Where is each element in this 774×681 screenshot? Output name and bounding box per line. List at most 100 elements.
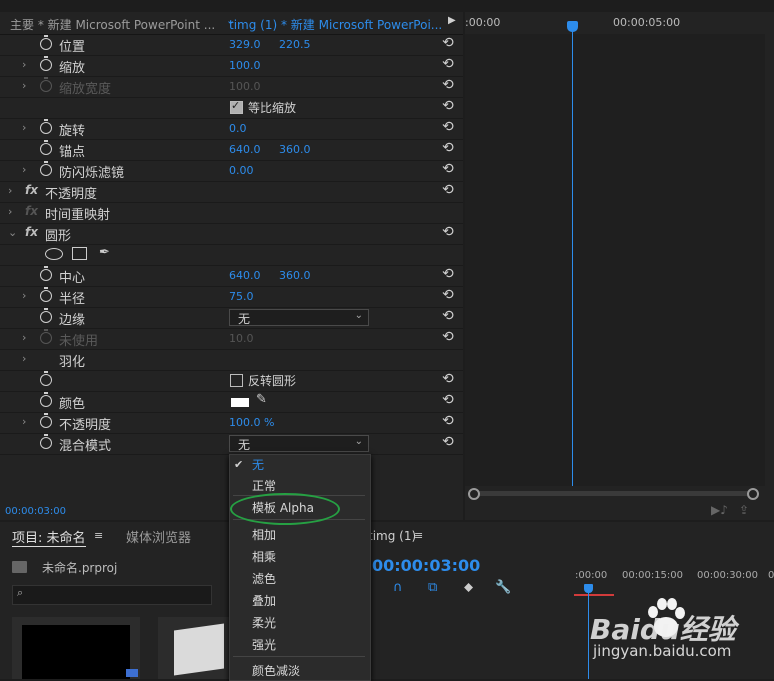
menu-item-hard-light[interactable]: 强光 <box>252 636 276 653</box>
twirl-icon[interactable]: › <box>22 163 26 176</box>
reset-icon[interactable]: ⟲ <box>442 413 454 429</box>
eyedropper-icon[interactable]: ✎ <box>256 392 267 407</box>
reset-icon[interactable]: ⟲ <box>442 98 454 114</box>
stopwatch-icon[interactable] <box>40 119 52 134</box>
invert-circle-checkbox[interactable] <box>230 374 243 387</box>
search-input[interactable] <box>12 585 212 605</box>
panel-menu-icon[interactable]: ≡ <box>414 529 423 542</box>
tab-project[interactable]: 项目: 未命名 <box>12 527 86 547</box>
reset-icon[interactable]: ⟲ <box>442 35 454 51</box>
position-x-value[interactable]: 329.0 <box>229 38 261 51</box>
snap-icon[interactable]: ∩ <box>393 580 403 595</box>
stopwatch-icon <box>40 77 52 92</box>
blend-mode-select[interactable]: 无 ⌄ <box>229 435 369 452</box>
linked-selection-icon[interactable]: ⧉ <box>428 580 437 595</box>
stopwatch-icon[interactable] <box>40 413 52 428</box>
tab-media-browser[interactable]: 媒体浏览器 <box>126 527 191 546</box>
watermark-url: jingyan.baidu.com <box>593 642 732 660</box>
menu-item-multiply[interactable]: 相乘 <box>252 548 276 565</box>
uniform-scale-checkbox[interactable] <box>230 99 243 114</box>
stopwatch-icon[interactable] <box>40 35 52 50</box>
effect-controls-timecode[interactable]: 00:00:03:00 <box>5 506 66 517</box>
rectangle-mask-icon[interactable] <box>72 247 87 260</box>
reset-icon[interactable]: ⟲ <box>442 308 454 324</box>
center-x-value[interactable]: 640.0 <box>229 269 261 282</box>
reset-icon[interactable]: ⟲ <box>442 329 454 345</box>
menu-item-color-dodge[interactable]: 颜色减淡 <box>252 662 300 679</box>
reset-icon[interactable]: ⟲ <box>442 392 454 408</box>
ellipse-mask-icon[interactable] <box>45 248 63 260</box>
panel-menu-icon[interactable]: ≡ <box>94 529 103 542</box>
twirl-icon[interactable]: › <box>22 121 26 134</box>
marker-icon[interactable]: ⬥ <box>464 580 473 595</box>
twirl-icon: › <box>22 79 27 92</box>
clip-thumbnail[interactable] <box>158 617 230 679</box>
flicker-value[interactable]: 0.00 <box>229 164 254 177</box>
color-swatch[interactable] <box>231 398 249 407</box>
twirl-expanded-icon[interactable]: ⌄ <box>8 226 17 239</box>
scale-width-value: 100.0 <box>229 80 261 93</box>
rotation-value[interactable]: 0.0 <box>229 122 247 135</box>
stopwatch-icon[interactable] <box>40 140 52 155</box>
reset-icon[interactable]: ⟲ <box>442 119 454 135</box>
radius-value[interactable]: 75.0 <box>229 290 254 303</box>
reset-icon[interactable]: ⟲ <box>442 287 454 303</box>
menu-item-overlay[interactable]: 叠加 <box>252 592 276 609</box>
playhead-handle[interactable] <box>584 584 593 593</box>
reset-icon[interactable]: ⟲ <box>442 77 454 93</box>
twirl-icon[interactable]: › <box>22 352 26 365</box>
property-label: 半径 <box>59 292 86 307</box>
timeline-timecode[interactable]: 00:00:03:00 <box>372 556 480 575</box>
tab-sequence-clip[interactable]: timg (1) * 新建 Microsoft PowerPoi... <box>229 16 442 33</box>
reset-icon[interactable]: ⟲ <box>442 140 454 156</box>
scale-value[interactable]: 100.0 <box>229 59 261 72</box>
panel-scroll-right-icon[interactable]: ▶ <box>448 15 456 26</box>
menu-item-soft-light[interactable]: 柔光 <box>252 614 276 631</box>
reset-icon[interactable]: ⟲ <box>442 161 454 177</box>
fx-icon[interactable]: fx <box>25 183 38 197</box>
playhead-handle[interactable] <box>567 21 578 32</box>
stopwatch-icon[interactable] <box>40 161 52 176</box>
play-audio-icon[interactable]: ▶♪ <box>711 503 728 517</box>
stopwatch-icon[interactable] <box>40 392 52 407</box>
twirl-icon[interactable]: › <box>22 58 26 71</box>
reset-icon[interactable]: ⟲ <box>442 182 454 198</box>
stopwatch-icon[interactable] <box>40 308 52 323</box>
wrench-icon[interactable]: 🔧 <box>495 580 511 595</box>
stopwatch-icon[interactable] <box>40 434 52 449</box>
stopwatch-icon[interactable] <box>40 266 52 281</box>
twirl-icon[interactable]: › <box>22 415 26 428</box>
clip-thumbnail[interactable] <box>12 617 140 679</box>
export-frame-icon[interactable]: ⇪ <box>739 503 749 517</box>
pen-mask-icon[interactable]: ✒ <box>99 245 110 260</box>
menu-item-add[interactable]: 相加 <box>252 526 276 543</box>
edge-select[interactable]: 无 ⌄ <box>229 309 369 326</box>
reset-icon[interactable]: ⟲ <box>442 371 454 387</box>
reset-icon[interactable]: ⟲ <box>442 56 454 72</box>
anchor-y-value[interactable]: 360.0 <box>279 143 311 156</box>
twirl-icon[interactable]: › <box>8 184 12 197</box>
opacity-value[interactable]: 100.0 % <box>229 416 274 429</box>
reset-icon[interactable]: ⟲ <box>442 266 454 282</box>
property-label: 缩放宽度 <box>59 82 112 97</box>
property-row-position: 位置 329.0 220.5 ⟲ <box>0 34 463 56</box>
menu-item-none[interactable]: 无 <box>252 456 264 473</box>
anchor-x-value[interactable]: 640.0 <box>229 143 261 156</box>
menu-item-screen[interactable]: 滤色 <box>252 570 276 587</box>
fx-icon[interactable]: fx <box>25 225 38 239</box>
center-y-value[interactable]: 360.0 <box>279 269 311 282</box>
twirl-icon[interactable]: › <box>22 289 26 302</box>
stopwatch-icon[interactable] <box>40 371 52 386</box>
stopwatch-icon[interactable] <box>40 287 52 302</box>
ruler-label: 00 <box>768 570 774 581</box>
menu-item-normal[interactable]: 正常 <box>252 477 276 494</box>
tab-sequence[interactable]: timg (1) <box>368 529 416 543</box>
stopwatch-icon[interactable] <box>40 56 52 71</box>
tab-master-clip[interactable]: 主要 * 新建 Microsoft PowerPoint ... <box>10 16 215 33</box>
reset-icon[interactable]: ⟲ <box>442 434 454 450</box>
position-y-value[interactable]: 220.5 <box>279 38 311 51</box>
twirl-icon[interactable]: › <box>8 205 12 218</box>
reset-icon[interactable]: ⟲ <box>442 224 454 240</box>
effect-timeline-track-area[interactable] <box>465 34 765 486</box>
zoom-scrollbar[interactable] <box>468 488 759 500</box>
